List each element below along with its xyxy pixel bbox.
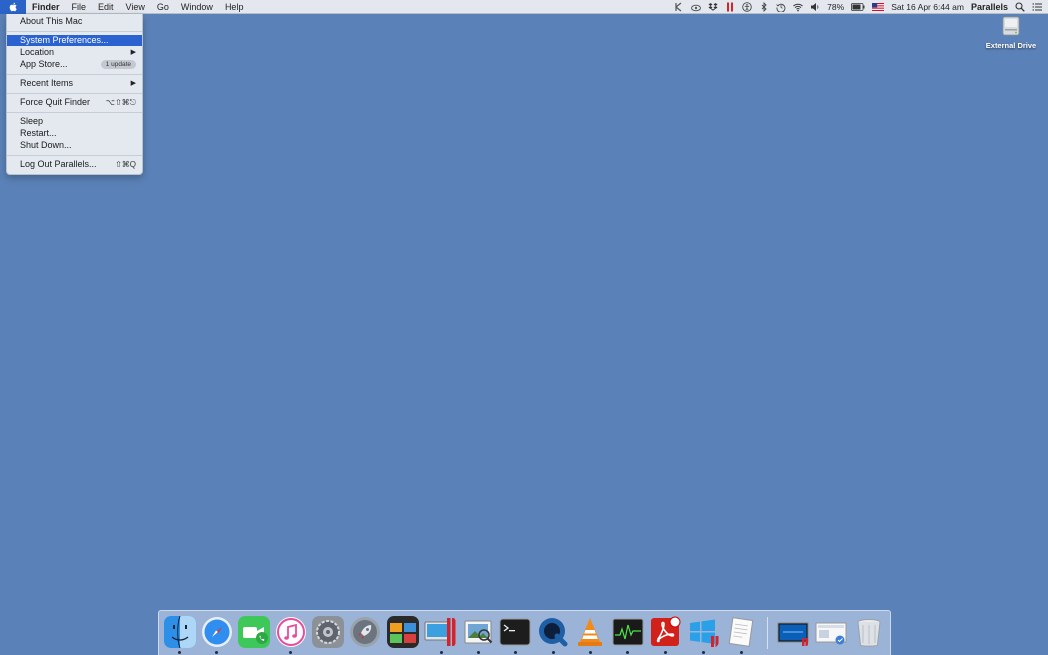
menu-edit[interactable]: Edit — [92, 0, 120, 14]
battery-icon[interactable] — [851, 2, 865, 12]
update-badge: 1 update — [101, 60, 136, 69]
menu-item-location[interactable]: Location ▶ — [7, 47, 142, 58]
menu-help[interactable]: Help — [219, 0, 250, 14]
parallels-desktop-icon[interactable] — [424, 616, 456, 648]
spotlight-search-icon[interactable] — [1015, 2, 1025, 12]
running-indicator — [702, 651, 705, 654]
menu-app-name[interactable]: Finder — [26, 0, 66, 14]
system-preferences-icon[interactable] — [312, 616, 344, 648]
menu-item-label: Force Quit Finder — [20, 97, 90, 108]
wifi-icon[interactable] — [793, 2, 803, 12]
running-indicator — [178, 651, 181, 654]
menu-item-label: Shut Down... — [20, 140, 72, 151]
preview-icon[interactable] — [462, 616, 494, 648]
menu-bar: Finder File Edit View Go Window Help — [0, 0, 1048, 14]
user-name[interactable]: Parallels — [971, 2, 1008, 12]
cloud-icon[interactable] — [691, 2, 701, 12]
shortcut-label: ⇧⌘Q — [115, 159, 142, 170]
apple-menu: About This Mac System Preferences... Loc… — [6, 14, 143, 175]
facetime-icon[interactable] — [238, 616, 270, 648]
menu-window[interactable]: Window — [175, 0, 219, 14]
menu-separator — [7, 112, 142, 113]
menu-item-log-out[interactable]: Log Out Parallels... ⇧⌘Q — [7, 159, 142, 170]
menu-item-shut-down[interactable]: Shut Down... — [7, 140, 142, 151]
battery-percent[interactable]: 78% — [827, 2, 844, 12]
itunes-icon[interactable] — [275, 616, 307, 648]
screenshot-icon[interactable] — [815, 616, 847, 648]
menu-item-label: Log Out Parallels... — [20, 159, 97, 170]
external-drive[interactable]: External Drive — [980, 16, 1042, 50]
trash-icon[interactable] — [853, 616, 885, 648]
menu-item-label: App Store... — [20, 59, 68, 70]
accessibility-icon[interactable] — [742, 2, 752, 12]
submenu-arrow-icon: ▶ — [131, 47, 142, 58]
parallels-icon[interactable] — [725, 2, 735, 12]
running-indicator — [477, 651, 480, 654]
menu-item-recent-items[interactable]: Recent Items ▶ — [7, 78, 142, 89]
running-indicator — [440, 651, 443, 654]
menu-item-system-preferences[interactable]: System Preferences... — [7, 35, 142, 46]
menu-separator — [7, 74, 142, 75]
bluetooth-icon[interactable] — [759, 2, 769, 12]
submenu-arrow-icon: ▶ — [131, 78, 142, 89]
running-indicator — [740, 651, 743, 654]
running-indicator — [552, 651, 555, 654]
time-machine-icon[interactable] — [776, 2, 786, 12]
photo-booth-icon[interactable] — [387, 616, 419, 648]
volume-icon[interactable] — [810, 2, 820, 12]
windows-vm-icon[interactable] — [777, 616, 809, 648]
menu-item-label: System Preferences... — [20, 35, 109, 46]
menu-item-label: Location — [20, 47, 54, 58]
running-indicator — [626, 651, 629, 654]
vlc-icon[interactable] — [574, 616, 606, 648]
menu-go[interactable]: Go — [151, 0, 175, 14]
activity-monitor-icon[interactable] — [612, 616, 644, 648]
clock[interactable]: Sat 16 Apr 6:44 am — [891, 2, 964, 12]
running-indicator — [514, 651, 517, 654]
shortcut-label: ⌥⇧⌘⎋ — [106, 97, 142, 108]
menu-separator — [7, 155, 142, 156]
external-drive-icon — [1002, 16, 1020, 36]
textedit-icon[interactable] — [725, 616, 757, 648]
apple-menu-icon[interactable] — [0, 0, 26, 14]
windows-icon[interactable] — [687, 616, 719, 648]
quicktime-icon[interactable] — [537, 616, 569, 648]
running-indicator — [215, 651, 218, 654]
menu-item-label: Recent Items — [20, 78, 73, 89]
menu-file[interactable]: File — [66, 0, 93, 14]
safari-icon[interactable] — [201, 616, 233, 648]
menu-view[interactable]: View — [120, 0, 151, 14]
menu-separator — [7, 31, 142, 32]
running-indicator — [664, 651, 667, 654]
menu-item-restart[interactable]: Restart... — [7, 128, 142, 139]
running-indicator — [589, 651, 592, 654]
menu-item-label: About This Mac — [20, 16, 82, 27]
terminal-icon[interactable] — [499, 616, 531, 648]
menu-item-sleep[interactable]: Sleep — [7, 116, 142, 127]
launchpad-icon[interactable] — [349, 616, 381, 648]
menu-item-label: Sleep — [20, 116, 43, 127]
kbd-icon[interactable] — [674, 2, 684, 12]
notification-center-icon[interactable] — [1032, 2, 1042, 12]
menu-item-app-store[interactable]: App Store... 1 update — [7, 59, 142, 70]
external-drive-label: External Drive — [986, 41, 1036, 50]
menu-item-force-quit[interactable]: Force Quit Finder ⌥⇧⌘⎋ — [7, 97, 142, 108]
running-indicator — [289, 651, 292, 654]
dropbox-icon[interactable] — [708, 2, 718, 12]
menu-separator — [7, 93, 142, 94]
menu-item-about-this-mac[interactable]: About This Mac — [7, 16, 142, 27]
menu-item-label: Restart... — [20, 128, 57, 139]
acrobat-icon[interactable] — [649, 616, 681, 648]
dock — [158, 610, 891, 655]
dock-separator — [767, 617, 768, 649]
us-flag-icon[interactable] — [872, 2, 884, 12]
finder-icon[interactable] — [164, 616, 196, 648]
